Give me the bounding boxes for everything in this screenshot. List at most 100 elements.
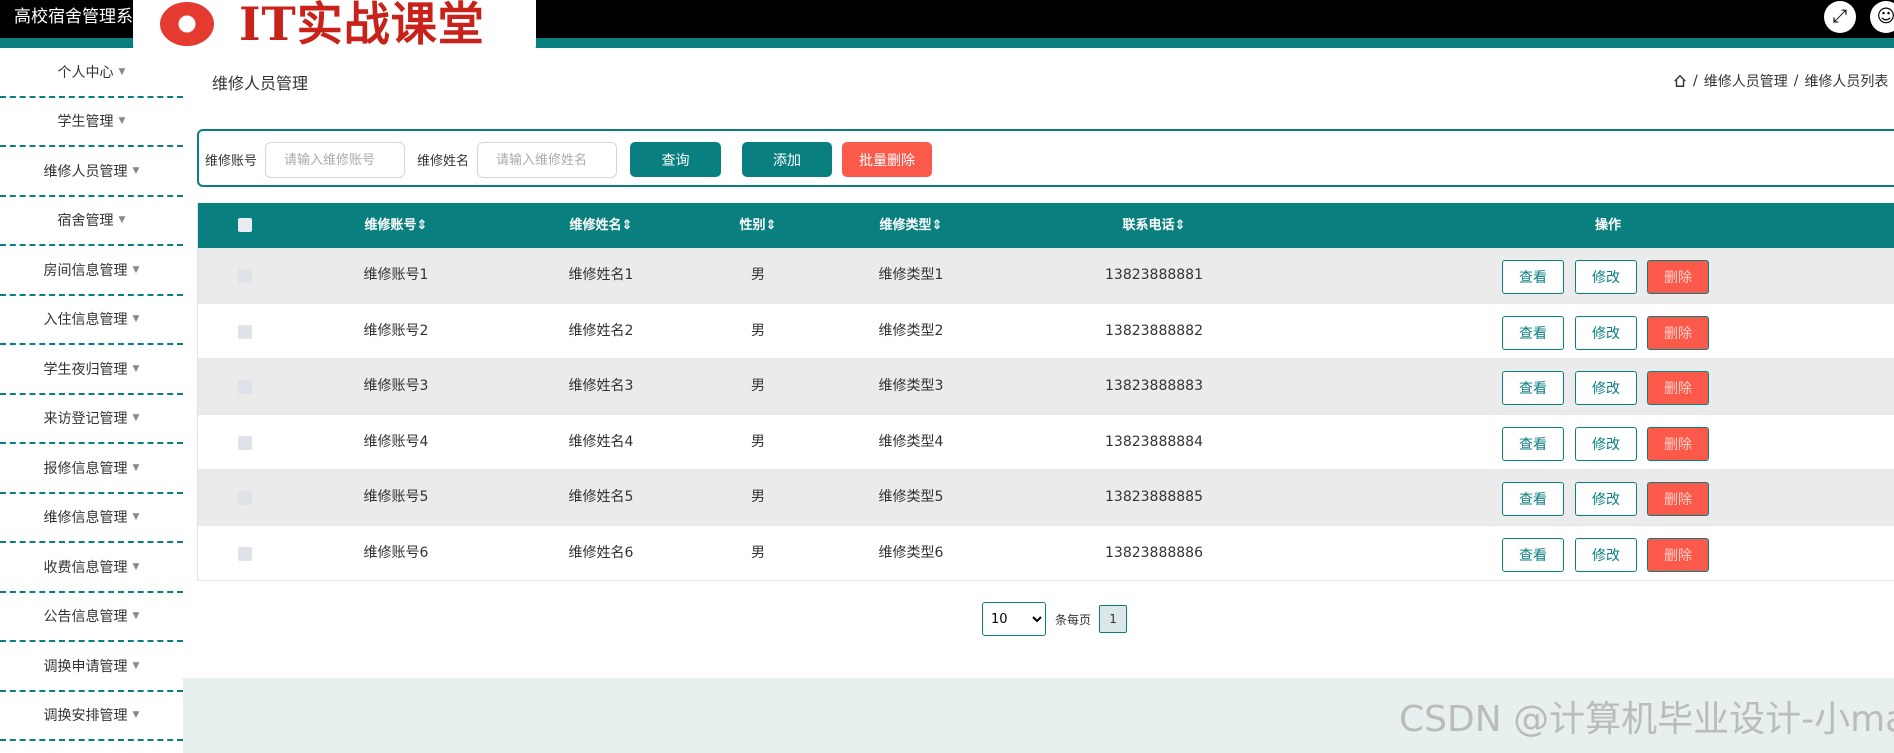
sidebar-item-label: 个人中心 bbox=[57, 64, 114, 81]
page-number-button[interactable]: 1 bbox=[1099, 605, 1128, 633]
sidebar-item-label: 学生管理 bbox=[57, 114, 114, 131]
breadcrumb-separator: / bbox=[1693, 73, 1698, 89]
batch-delete-button[interactable]: 批量删除 bbox=[842, 142, 932, 177]
view-button[interactable]: 查看 bbox=[1502, 537, 1564, 572]
sidebar: 个人中心 ▼ 学生管理 ▼ 维修人员管理 ▼ 宿舍管理 ▼ 房间信息管理 ▼ 入住信息管理… bbox=[0, 48, 183, 753]
delete-button[interactable]: 删除 bbox=[1647, 426, 1709, 461]
cell-account: 维修账号2 bbox=[363, 322, 429, 339]
cell-name: 维修姓名2 bbox=[568, 322, 634, 339]
caret-down-icon: ▼ bbox=[118, 66, 126, 77]
account-label: 维修账号 bbox=[205, 154, 258, 169]
row-checkbox[interactable] bbox=[238, 269, 252, 283]
cell-gender: 男 bbox=[751, 322, 765, 339]
caret-down-icon: ▼ bbox=[132, 462, 140, 473]
cell-phone: 13823888884 bbox=[1105, 433, 1203, 450]
sidebar-item-notice-info[interactable]: 公告信息管理 ▼ bbox=[0, 593, 183, 642]
sidebar-item-repair-requests[interactable]: 报修信息管理 ▼ bbox=[0, 444, 183, 494]
cell-name: 维修姓名6 bbox=[568, 544, 634, 561]
page-title: 维修人员管理 bbox=[212, 74, 309, 93]
edit-button[interactable]: 修改 bbox=[1575, 260, 1637, 294]
account-search-input[interactable] bbox=[265, 142, 405, 178]
view-button[interactable]: 查看 bbox=[1502, 260, 1564, 294]
cell-gender: 男 bbox=[751, 267, 765, 283]
sidebar-item-label: 收费信息管理 bbox=[43, 559, 128, 576]
repair-staff-table: 维修账号⇕ 维修姓名⇕ 性别⇕ 维修类型⇕ 联系电话⇕ 操作 维修账号1 维修姓… bbox=[197, 203, 1894, 581]
main-content: 维修人员管理 / 维修人员管理 / 维修人员列表 维修账号 维修姓名 查询 添加… bbox=[183, 48, 1894, 753]
home-icon[interactable] bbox=[1673, 74, 1687, 88]
table-row: 维修账号3 维修姓名3 男 维修类型3 13823888883 查看 修改 删除 bbox=[198, 359, 1894, 415]
sidebar-item-label: 宿舍管理 bbox=[57, 213, 114, 230]
caret-down-icon: ▼ bbox=[132, 165, 140, 176]
sidebar-item-dormitory[interactable]: 宿舍管理 ▼ bbox=[0, 197, 183, 246]
sidebar-item-room-info[interactable]: 房间信息管理 ▼ bbox=[0, 246, 183, 296]
breadcrumb-item-repair-staff[interactable]: 维修人员管理 bbox=[1704, 71, 1788, 91]
caret-down-icon: ▼ bbox=[132, 363, 140, 374]
delete-button[interactable]: 删除 bbox=[1647, 315, 1709, 350]
table-row: 维修账号2 维修姓名2 男 维修类型2 13823888882 查看 修改 删除 bbox=[198, 303, 1894, 359]
cell-gender: 男 bbox=[751, 489, 765, 505]
sidebar-item-label: 调换安排管理 bbox=[43, 708, 128, 725]
view-button[interactable]: 查看 bbox=[1502, 426, 1564, 461]
watermark: CSDN @计算机毕业设计-小ma bbox=[1399, 699, 1894, 740]
sidebar-item-late-return[interactable]: 学生夜归管理 ▼ bbox=[0, 345, 183, 395]
cell-type: 维修类型6 bbox=[878, 544, 944, 561]
delete-button[interactable]: 删除 bbox=[1647, 260, 1709, 294]
row-checkbox[interactable] bbox=[238, 324, 252, 339]
user-icon[interactable]: ☺ bbox=[1870, 1, 1894, 33]
header-account[interactable]: 维修账号⇕ bbox=[365, 203, 428, 248]
cell-type: 维修类型4 bbox=[878, 433, 944, 450]
sidebar-item-label: 房间信息管理 bbox=[43, 262, 128, 279]
caret-down-icon: ▼ bbox=[132, 611, 140, 622]
edit-button[interactable]: 修改 bbox=[1575, 426, 1637, 461]
fullscreen-icon[interactable]: ⤢ bbox=[1824, 1, 1856, 33]
sidebar-item-label: 报修信息管理 bbox=[43, 460, 128, 477]
row-checkbox[interactable] bbox=[238, 380, 252, 394]
sidebar-item-label: 来访登记管理 bbox=[43, 411, 128, 428]
cell-account: 维修账号5 bbox=[363, 489, 429, 505]
header-phone[interactable]: 联系电话⇕ bbox=[1123, 203, 1186, 248]
query-button[interactable]: 查询 bbox=[630, 142, 721, 177]
logo: IT实战课堂 bbox=[133, 0, 536, 50]
view-button[interactable]: 查看 bbox=[1502, 371, 1564, 405]
table-header: 维修账号⇕ 维修姓名⇕ 性别⇕ 维修类型⇕ 联系电话⇕ 操作 bbox=[198, 203, 1894, 248]
caret-down-icon: ▼ bbox=[118, 215, 126, 226]
caret-down-icon: ▼ bbox=[132, 561, 140, 572]
edit-button[interactable]: 修改 bbox=[1575, 315, 1637, 350]
edit-button[interactable]: 修改 bbox=[1575, 371, 1637, 405]
view-button[interactable]: 查看 bbox=[1502, 315, 1564, 350]
name-search-input[interactable] bbox=[477, 142, 617, 178]
caret-down-icon: ▼ bbox=[132, 413, 140, 424]
sidebar-item-visitor-registration[interactable]: 来访登记管理 ▼ bbox=[0, 395, 183, 444]
sidebar-item-repair-info[interactable]: 维修信息管理 ▼ bbox=[0, 494, 183, 543]
sidebar-item-fee-info[interactable]: 收费信息管理 ▼ bbox=[0, 543, 183, 593]
edit-button[interactable]: 修改 bbox=[1575, 482, 1637, 516]
header-type[interactable]: 维修类型⇕ bbox=[880, 203, 943, 248]
delete-button[interactable]: 删除 bbox=[1647, 371, 1709, 405]
per-page-label: 条每页 bbox=[1055, 612, 1092, 627]
sidebar-item-label: 维修人员管理 bbox=[43, 163, 128, 180]
view-button[interactable]: 查看 bbox=[1502, 482, 1564, 516]
sidebar-item-repair-staff[interactable]: 维修人员管理 ▼ bbox=[0, 147, 183, 197]
row-checkbox[interactable] bbox=[238, 435, 252, 450]
logo-icon bbox=[160, 2, 214, 46]
add-button[interactable]: 添加 bbox=[742, 142, 832, 177]
edit-button[interactable]: 修改 bbox=[1575, 537, 1637, 572]
cell-name: 维修姓名3 bbox=[568, 378, 634, 394]
header-name[interactable]: 维修姓名⇕ bbox=[570, 203, 633, 248]
sidebar-item-swap-arrangement[interactable]: 调换安排管理 ▼ bbox=[0, 692, 183, 741]
sidebar-item-swap-request[interactable]: 调换申请管理 ▼ bbox=[0, 642, 183, 692]
logo-text: IT实战课堂 bbox=[239, 0, 485, 51]
row-checkbox[interactable] bbox=[238, 546, 252, 561]
sidebar-item-checkin-info[interactable]: 入住信息管理 ▼ bbox=[0, 296, 183, 345]
sidebar-item-students[interactable]: 学生管理 ▼ bbox=[0, 98, 183, 147]
sidebar-item-personal-center[interactable]: 个人中心 ▼ bbox=[0, 48, 183, 98]
cell-gender: 男 bbox=[751, 544, 765, 561]
page-size-select[interactable]: 10 bbox=[982, 602, 1046, 636]
delete-button[interactable]: 删除 bbox=[1647, 482, 1709, 516]
cell-type: 维修类型3 bbox=[878, 378, 944, 394]
cell-phone: 13823888886 bbox=[1105, 544, 1203, 561]
select-all-checkbox[interactable] bbox=[238, 218, 252, 232]
delete-button[interactable]: 删除 bbox=[1647, 537, 1709, 572]
row-checkbox[interactable] bbox=[238, 491, 252, 505]
header-gender[interactable]: 性别⇕ bbox=[740, 203, 777, 248]
